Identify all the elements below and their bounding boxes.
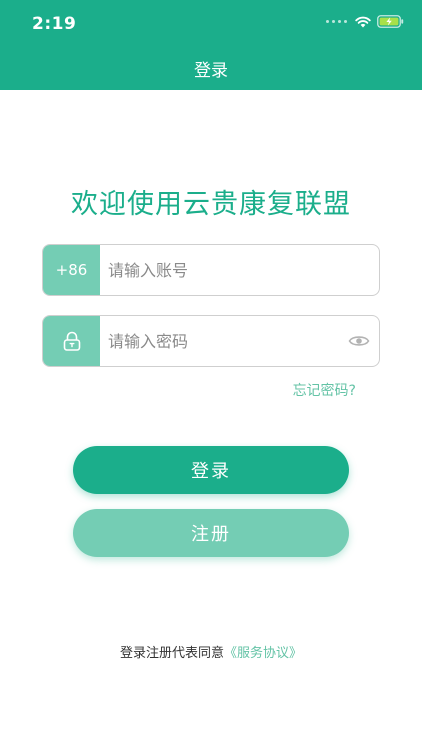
welcome-title: 欢迎使用云贵康复联盟 bbox=[71, 189, 351, 220]
page-title: 登录 bbox=[194, 61, 228, 81]
login-screen: 2:19 登录 欢迎使用云贵康复联盟 +86 请输入账号 忘记密码? 登录 注册… bbox=[0, 0, 422, 750]
status-icons bbox=[326, 15, 404, 28]
lock-icon bbox=[43, 316, 100, 366]
service-agreement-link[interactable]: 《服务协议》 bbox=[224, 646, 302, 661]
password-field bbox=[42, 315, 380, 367]
agreement-prefix: 登录注册代表同意 bbox=[119, 646, 224, 661]
agreement-text: 登录注册代表同意《服务协议》 bbox=[0, 642, 422, 661]
forgot-password-link[interactable]: 忘记密码? bbox=[293, 380, 356, 400]
battery-charging-icon bbox=[377, 15, 404, 28]
wifi-icon bbox=[355, 16, 371, 27]
header: 2:19 登录 bbox=[0, 0, 422, 90]
account-input[interactable] bbox=[100, 245, 379, 295]
status-time: 2:19 bbox=[32, 14, 77, 34]
status-bar: 2:19 bbox=[0, 0, 422, 44]
country-code-prefix[interactable]: +86 bbox=[43, 245, 100, 295]
eye-icon[interactable] bbox=[339, 316, 379, 366]
login-button[interactable]: 登录 bbox=[73, 446, 349, 494]
signal-dots-icon bbox=[326, 20, 347, 23]
register-button[interactable]: 注册 bbox=[73, 509, 349, 557]
phone-field: +86 bbox=[42, 244, 380, 296]
password-input[interactable] bbox=[100, 316, 339, 366]
